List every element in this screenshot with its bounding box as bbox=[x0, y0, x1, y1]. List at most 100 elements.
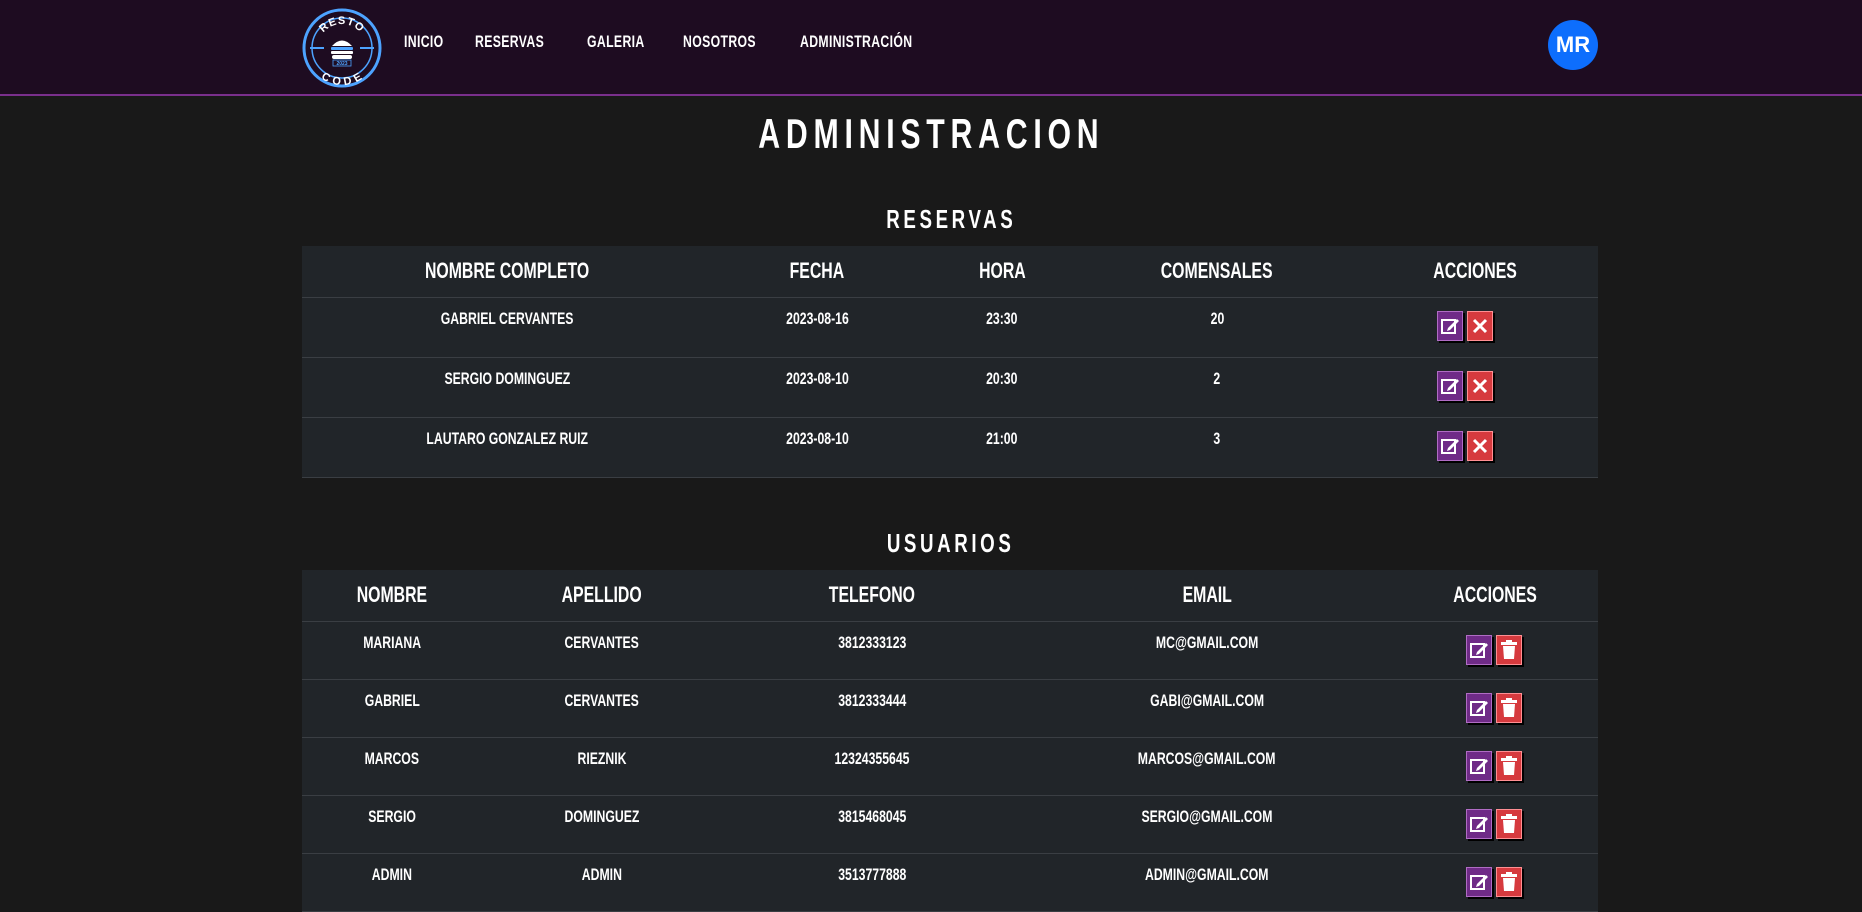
nav-reservas-label: RESERVAS bbox=[474, 32, 545, 51]
nav-inicio-label: INICIO bbox=[404, 32, 444, 51]
cell-hora: 20:30 bbox=[922, 357, 1082, 418]
col-acciones: ACCIONES bbox=[1352, 246, 1598, 298]
nav-administracion-label: ADMINISTRACIÓN bbox=[800, 32, 913, 51]
nav-nosotros-label: NOSOTROS bbox=[682, 32, 756, 51]
cell-hora: 21:00 bbox=[922, 417, 1082, 478]
delete-usuario-button[interactable] bbox=[1496, 692, 1522, 723]
cell-nombre: SERGIO bbox=[302, 795, 482, 854]
cell-nombre: GABRIEL CERVANTES bbox=[302, 297, 712, 358]
cell-acciones bbox=[1392, 795, 1598, 854]
cell-fecha: 2023-08-10 bbox=[712, 417, 922, 478]
user-avatar[interactable]: MR bbox=[1548, 20, 1598, 70]
cell-apellido: ADMIN bbox=[482, 853, 722, 912]
table-row: GABRIEL CERVANTES 2023-08-16 23:30 20 bbox=[302, 297, 1598, 358]
table-row: LAUTARO GONZALEZ RUIZ 2023-08-10 21:00 3 bbox=[302, 417, 1598, 478]
col-fecha: FECHA bbox=[712, 246, 922, 298]
col-apellido: APELLIDO bbox=[482, 570, 722, 622]
cell-apellido: RIEZNIK bbox=[482, 737, 722, 796]
cell-nombre: LAUTARO GONZALEZ RUIZ bbox=[302, 417, 712, 478]
edit-icon bbox=[1470, 700, 1488, 716]
cell-telefono: 12324355645 bbox=[722, 737, 1022, 796]
edit-reserva-button[interactable] bbox=[1437, 370, 1463, 401]
cell-acciones bbox=[1392, 737, 1598, 796]
nav-links: INICIO RESERVAS GALERIA NOSOTROS ADMINIS… bbox=[404, 28, 972, 56]
delete-reserva-button[interactable] bbox=[1467, 430, 1493, 461]
nav-galeria-label: GALERIA bbox=[586, 32, 645, 51]
cell-acciones bbox=[1352, 417, 1598, 478]
cell-nombre: GABRIEL bbox=[302, 679, 482, 738]
usuarios-header-row: NOMBRE APELLIDO TELEFONO EMAIL ACCIONES bbox=[302, 570, 1598, 622]
cell-email: ADMIN@GMAIL.COM bbox=[1022, 853, 1392, 912]
delete-usuario-button[interactable] bbox=[1496, 808, 1522, 839]
cell-hora: 23:30 bbox=[922, 297, 1082, 358]
nav-inicio[interactable]: INICIO bbox=[404, 28, 459, 56]
trash-icon bbox=[1501, 813, 1517, 833]
cell-comensales: 20 bbox=[1082, 297, 1352, 358]
nav-reservas[interactable]: RESERVAS bbox=[475, 28, 571, 56]
close-icon bbox=[1472, 378, 1488, 393]
table-row: ADMIN ADMIN 3513777888 ADMIN@GMAIL.COM bbox=[302, 853, 1598, 912]
cell-telefono: 3812333444 bbox=[722, 679, 1022, 738]
cell-comensales: 2 bbox=[1082, 357, 1352, 418]
delete-usuario-button[interactable] bbox=[1496, 866, 1522, 897]
cell-acciones bbox=[1392, 621, 1598, 680]
reservas-table: NOMBRE COMPLETO FECHA HORA COMENSALES AC… bbox=[302, 246, 1598, 478]
close-icon bbox=[1472, 318, 1488, 333]
col-comensales: COMENSALES bbox=[1082, 246, 1352, 298]
cell-acciones bbox=[1352, 297, 1598, 358]
cell-acciones bbox=[1352, 357, 1598, 418]
edit-usuario-button[interactable] bbox=[1466, 808, 1492, 839]
delete-usuario-button[interactable] bbox=[1496, 634, 1522, 665]
restocode-logo[interactable]: RESTO CODE 2023 bbox=[302, 8, 382, 88]
edit-usuario-button[interactable] bbox=[1466, 634, 1492, 665]
edit-icon bbox=[1441, 438, 1459, 454]
trash-icon bbox=[1501, 639, 1517, 659]
edit-icon bbox=[1441, 318, 1459, 334]
usuarios-title: USUARIOS bbox=[887, 528, 1015, 558]
cell-nombre: SERGIO DOMINGUEZ bbox=[302, 357, 712, 418]
nav-galeria[interactable]: GALERIA bbox=[587, 28, 667, 56]
delete-usuario-button[interactable] bbox=[1496, 750, 1522, 781]
reservas-header-row: NOMBRE COMPLETO FECHA HORA COMENSALES AC… bbox=[302, 246, 1598, 298]
trash-icon bbox=[1501, 871, 1517, 891]
cell-fecha: 2023-08-10 bbox=[712, 357, 922, 418]
col-nombre: NOMBRE bbox=[302, 570, 482, 622]
edit-icon bbox=[1470, 642, 1488, 658]
cell-acciones bbox=[1392, 853, 1598, 912]
usuarios-table: NOMBRE APELLIDO TELEFONO EMAIL ACCIONES … bbox=[302, 570, 1598, 912]
col-acciones: ACCIONES bbox=[1392, 570, 1598, 622]
cell-nombre: MARCOS bbox=[302, 737, 482, 796]
col-nombre-completo: NOMBRE COMPLETO bbox=[302, 246, 712, 298]
trash-icon bbox=[1501, 755, 1517, 775]
navbar: RESTO CODE 2023 INICIO RESERVAS GALERIA … bbox=[0, 0, 1862, 96]
edit-usuario-button[interactable] bbox=[1466, 692, 1492, 723]
cell-telefono: 3815468045 bbox=[722, 795, 1022, 854]
edit-icon bbox=[1470, 816, 1488, 832]
table-row: GABRIEL CERVANTES 3812333444 GABI@GMAIL.… bbox=[302, 679, 1598, 738]
edit-reserva-button[interactable] bbox=[1437, 310, 1463, 341]
page-title: ADMINISTRACION bbox=[757, 110, 1105, 157]
cell-apellido: CERVANTES bbox=[482, 679, 722, 738]
edit-icon bbox=[1470, 758, 1488, 774]
table-row: SERGIO DOMINGUEZ 3815468045 SERGIO@GMAIL… bbox=[302, 795, 1598, 854]
table-row: MARIANA CERVANTES 3812333123 MC@GMAIL.CO… bbox=[302, 621, 1598, 680]
svg-text:2023: 2023 bbox=[336, 61, 347, 67]
cell-nombre: MARIANA bbox=[302, 621, 482, 680]
edit-usuario-button[interactable] bbox=[1466, 750, 1492, 781]
edit-reserva-button[interactable] bbox=[1437, 430, 1463, 461]
cell-apellido: DOMINGUEZ bbox=[482, 795, 722, 854]
cell-nombre: ADMIN bbox=[302, 853, 482, 912]
table-row: MARCOS RIEZNIK 12324355645 MARCOS@GMAIL.… bbox=[302, 737, 1598, 796]
edit-icon bbox=[1470, 874, 1488, 890]
cell-acciones bbox=[1392, 679, 1598, 738]
edit-usuario-button[interactable] bbox=[1466, 866, 1492, 897]
nav-administracion[interactable]: ADMINISTRACIÓN bbox=[800, 28, 956, 56]
nav-nosotros[interactable]: NOSOTROS bbox=[683, 28, 784, 56]
cell-fecha: 2023-08-16 bbox=[712, 297, 922, 358]
delete-reserva-button[interactable] bbox=[1467, 370, 1493, 401]
cell-email: GABI@GMAIL.COM bbox=[1022, 679, 1392, 738]
delete-reserva-button[interactable] bbox=[1467, 310, 1493, 341]
cell-email: MARCOS@GMAIL.COM bbox=[1022, 737, 1392, 796]
close-icon bbox=[1472, 438, 1488, 453]
trash-icon bbox=[1501, 697, 1517, 717]
